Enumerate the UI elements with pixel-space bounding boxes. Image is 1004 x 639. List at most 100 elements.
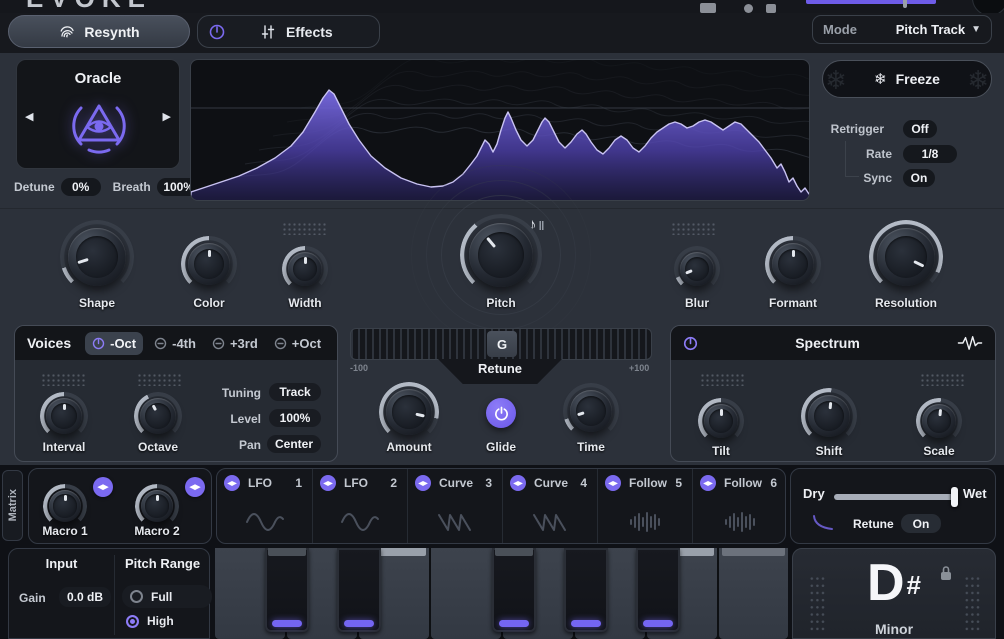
- voice-tab-3rd-up[interactable]: +3rd: [205, 332, 265, 355]
- mod-slot-follow5[interactable]: ◀▶ Follow 5: [597, 469, 692, 543]
- sync-value[interactable]: On: [903, 169, 935, 187]
- black-key[interactable]: [564, 548, 608, 632]
- matrix-tab[interactable]: Matrix: [2, 470, 23, 541]
- bottom-section: Matrix ◀▶ Macro 1 ◀▶ Macro 2 ◀▶ LFO 1: [0, 465, 1004, 639]
- level-value[interactable]: 100%: [269, 409, 321, 427]
- mix-retune-toggle[interactable]: On: [901, 514, 941, 533]
- mod-slot-curve3[interactable]: ◀▶ Curve 3: [407, 469, 502, 543]
- spectrum-header: Spectrum: [671, 326, 995, 360]
- pitch-range-title: Pitch Range: [114, 556, 211, 571]
- black-key[interactable]: [265, 548, 309, 632]
- formant-knob[interactable]: [765, 236, 821, 292]
- prev-arrow[interactable]: ◀: [25, 110, 33, 123]
- interval-knob[interactable]: [40, 392, 88, 440]
- mod-drop-zone[interactable]: [700, 373, 746, 386]
- slot-name: LFO: [248, 476, 272, 490]
- slot-number: 6: [770, 476, 777, 490]
- black-key[interactable]: [492, 548, 536, 632]
- drag-badge-icon[interactable]: ◀▶: [320, 475, 336, 491]
- effects-tab[interactable]: Effects: [197, 15, 380, 48]
- oracle-eye-icon[interactable]: [67, 94, 131, 158]
- drag-badge-icon[interactable]: ◀▶: [700, 475, 716, 491]
- macro1-drag-badge[interactable]: ◀▶: [93, 477, 113, 497]
- resynth-tab[interactable]: Resynth: [8, 15, 190, 48]
- mod-drop-zone[interactable]: [671, 222, 717, 235]
- retune-note-handle[interactable]: G: [487, 331, 517, 357]
- undo-icon[interactable]: [744, 4, 753, 13]
- voice-tab-oct-down[interactable]: -Oct: [85, 332, 143, 355]
- white-key[interactable]: [719, 548, 788, 639]
- shift-knob[interactable]: [801, 388, 857, 444]
- macro2-drag-badge[interactable]: ◀▶: [185, 477, 205, 497]
- gain-value[interactable]: 0.0 dB: [59, 587, 111, 607]
- width-knob[interactable]: [282, 246, 328, 292]
- glide-label: Glide: [461, 440, 541, 454]
- voice-tab-4th-down[interactable]: -4th: [147, 332, 203, 355]
- scale-knob[interactable]: [916, 398, 962, 444]
- mod-drop-zone[interactable]: [41, 373, 87, 386]
- retrigger-label: Retrigger: [822, 122, 884, 136]
- pitch-knob[interactable]: [460, 214, 542, 296]
- tuning-value[interactable]: Track: [269, 383, 321, 401]
- voice-tab-oct-up[interactable]: +Oct: [267, 332, 328, 355]
- pan-value[interactable]: Center: [267, 435, 321, 453]
- divider: [114, 555, 115, 635]
- range-option-full[interactable]: Full: [122, 585, 212, 608]
- mod-slots: ◀▶ LFO 1 ◀▶ LFO 2 ◀▶ Curve 3: [216, 468, 786, 544]
- power-on-icon: [92, 337, 105, 350]
- drag-badge-icon[interactable]: ◀▶: [510, 475, 526, 491]
- scale-indicator: [499, 620, 529, 627]
- dry-wet-handle[interactable]: [951, 487, 958, 507]
- mod-slot-lfo1[interactable]: ◀▶ LFO 1: [217, 469, 312, 543]
- resolution-knob[interactable]: [869, 220, 943, 294]
- power-on-icon[interactable]: [683, 336, 698, 351]
- next-arrow[interactable]: ▶: [163, 110, 171, 123]
- macro1-knob[interactable]: [43, 484, 87, 528]
- wet-label: Wet: [963, 486, 987, 501]
- key-scale-panel[interactable]: D# Minor: [792, 548, 996, 639]
- range-option-high[interactable]: High: [126, 614, 174, 628]
- tilt-knob[interactable]: [698, 398, 744, 444]
- black-key[interactable]: [337, 548, 381, 632]
- snowflake-deco-right: ❄: [967, 65, 989, 96]
- freeze-label: Freeze: [896, 71, 940, 87]
- spectrum-title: Spectrum: [795, 335, 860, 351]
- mod-slot-curve4[interactable]: ◀▶ Curve 4: [502, 469, 597, 543]
- power-off-icon: [274, 337, 287, 350]
- master-knob[interactable]: [972, 0, 1004, 13]
- voices-panel: Voices -Oct -4th: [14, 325, 338, 462]
- drag-badge-icon[interactable]: ◀▶: [605, 475, 621, 491]
- black-key[interactable]: [636, 548, 680, 632]
- drag-badge-icon[interactable]: ◀▶: [415, 475, 431, 491]
- blur-knob[interactable]: [674, 246, 720, 292]
- rate-value[interactable]: 1/8: [903, 145, 957, 163]
- output-level-slider[interactable]: [806, 0, 936, 4]
- power-icon[interactable]: [208, 23, 226, 41]
- glide-power-button[interactable]: [486, 398, 516, 428]
- mod-drop-zone[interactable]: [137, 373, 183, 386]
- mod-slot-follow6[interactable]: ◀▶ Follow 6: [692, 469, 786, 543]
- mode-dropdown[interactable]: Mode Pitch Track ▼: [812, 15, 992, 44]
- shape-knob[interactable]: [60, 220, 134, 294]
- output-level-handle[interactable]: [903, 0, 907, 8]
- dry-wet-slider[interactable]: [834, 494, 954, 500]
- retrigger-value[interactable]: Off: [903, 120, 937, 138]
- settings-icon[interactable]: [766, 4, 776, 13]
- amount-knob[interactable]: [379, 382, 439, 442]
- detune-value[interactable]: 0%: [61, 178, 101, 196]
- amount-label: Amount: [369, 440, 449, 454]
- shape-label: Shape: [57, 296, 137, 310]
- retune-slider[interactable]: G: [350, 328, 652, 360]
- macro2-knob[interactable]: [135, 484, 179, 528]
- octave-knob[interactable]: [134, 392, 182, 440]
- white-key[interactable]: [431, 548, 501, 639]
- freeze-button[interactable]: ❄ ❄ ❄ Freeze: [822, 60, 992, 98]
- color-knob[interactable]: [181, 236, 237, 292]
- input-title: Input: [9, 556, 114, 571]
- preset-browser-icon[interactable]: [700, 3, 716, 13]
- drag-badge-icon[interactable]: ◀▶: [224, 475, 240, 491]
- mod-drop-zone[interactable]: [282, 222, 328, 235]
- time-knob[interactable]: [563, 383, 619, 439]
- mod-slot-lfo2[interactable]: ◀▶ LFO 2: [312, 469, 407, 543]
- mod-drop-zone[interactable]: [920, 373, 966, 386]
